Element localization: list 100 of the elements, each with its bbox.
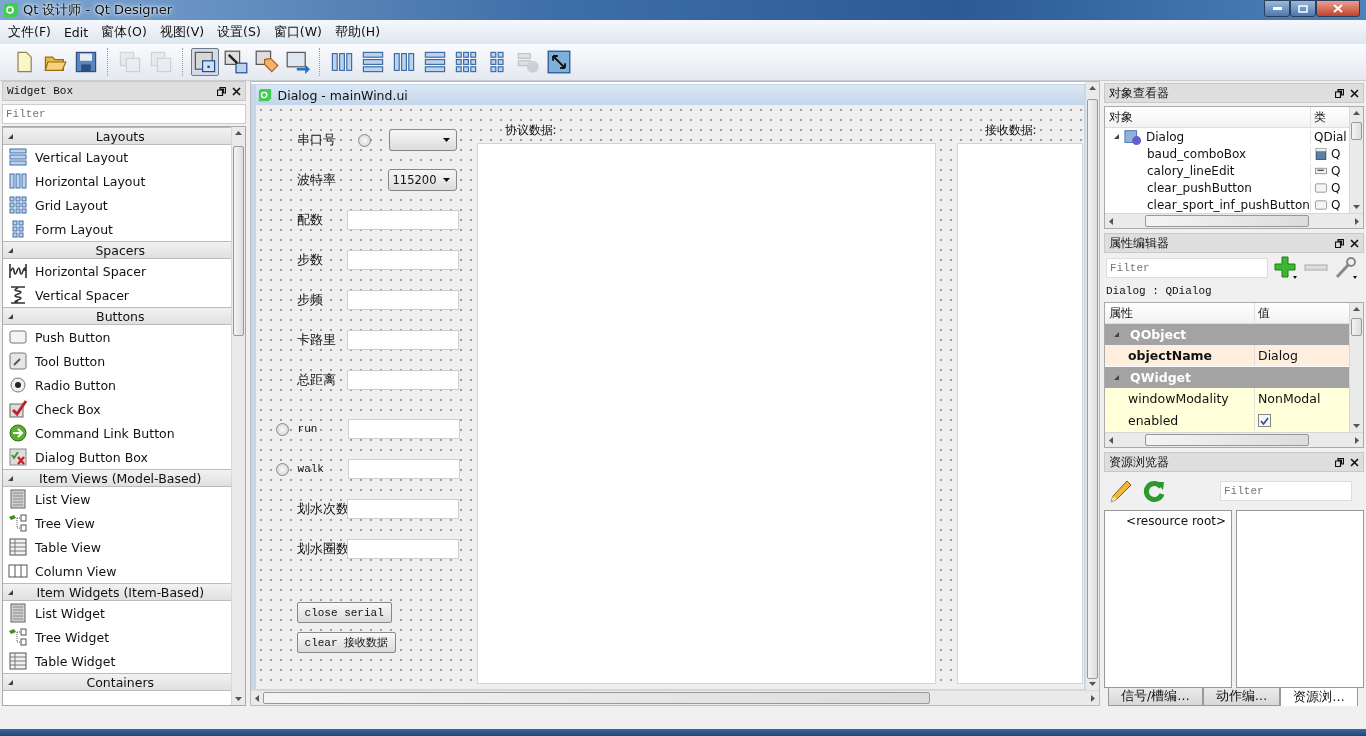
left-arrow-icon[interactable]	[1109, 217, 1113, 225]
down-arrow-icon[interactable]	[1353, 424, 1360, 428]
down-arrow-icon[interactable]	[1089, 682, 1096, 686]
toolbar-button[interactable]	[222, 48, 250, 76]
right-arrow-icon[interactable]	[1355, 436, 1359, 444]
menu-item[interactable]: 视图(V)	[154, 21, 213, 43]
push-button[interactable]: clear 接收数据	[296, 632, 397, 653]
close-icon[interactable]	[231, 86, 241, 96]
category-header[interactable]: Layouts	[3, 127, 231, 145]
category-header[interactable]: Containers	[3, 673, 231, 691]
filter-field[interactable]: Filter	[1106, 258, 1268, 278]
close-icon[interactable]	[1350, 88, 1359, 98]
menu-item[interactable]: 设置(S)	[212, 21, 269, 43]
menu-item[interactable]: 窗口(W)	[268, 21, 330, 43]
vertical-scrollbar[interactable]	[1085, 82, 1099, 690]
up-arrow-icon[interactable]	[1353, 111, 1360, 115]
scroll-thumb[interactable]	[1351, 122, 1362, 140]
field-label: 划水次数	[296, 500, 347, 518]
column-header[interactable]: 值	[1255, 304, 1349, 322]
pencil-icon[interactable]	[1108, 478, 1134, 504]
float-icon[interactable]	[216, 86, 226, 96]
horizontal-scrollbar[interactable]	[1105, 213, 1363, 228]
radio-button[interactable]	[275, 422, 289, 436]
vertical-scrollbar[interactable]	[1349, 303, 1363, 432]
property-row[interactable]: windowModality NonModal	[1105, 388, 1349, 410]
ok-button-icon	[1314, 180, 1328, 195]
category-header[interactable]: Item Views (Model-Based)	[3, 469, 231, 487]
category-header[interactable]: Item Widgets (Item-Based)	[3, 583, 231, 601]
minimize-button[interactable]	[1264, 0, 1290, 17]
float-icon[interactable]	[1335, 238, 1344, 248]
scroll-thumb[interactable]	[262, 692, 931, 704]
expand-arrow-icon[interactable]	[7, 132, 14, 140]
filter-field[interactable]: Filter	[1220, 481, 1352, 501]
category-header[interactable]: Buttons	[3, 307, 231, 325]
property-row[interactable]: objectName Dialog	[1105, 345, 1349, 367]
resource-list[interactable]	[1236, 510, 1364, 688]
tree-row[interactable]: Dialog QDial	[1105, 128, 1349, 145]
right-arrow-icon[interactable]	[1091, 694, 1095, 702]
expand-arrow-icon[interactable]	[7, 246, 14, 254]
column-header[interactable]: 对象	[1105, 107, 1310, 127]
grid-icon	[454, 50, 478, 74]
plus-icon[interactable]	[1274, 256, 1298, 280]
category-header[interactable]: Spacers	[3, 241, 231, 259]
scroll-thumb[interactable]	[1351, 318, 1362, 336]
tree-item[interactable]: <resource root>	[1126, 514, 1226, 528]
scroll-thumb[interactable]	[1145, 215, 1309, 227]
resource-tree[interactable]: <resource root>	[1104, 510, 1232, 688]
expand-arrow-icon[interactable]	[7, 588, 14, 596]
tab[interactable]: 资源浏…	[1280, 688, 1358, 708]
expand-arrow-icon[interactable]	[7, 474, 14, 482]
float-icon[interactable]	[1335, 88, 1344, 98]
right-arrow-icon[interactable]	[1355, 217, 1359, 225]
close-icon[interactable]	[1350, 238, 1359, 248]
scroll-thumb[interactable]	[232, 146, 244, 336]
overlapping-squares-icon	[118, 50, 142, 74]
menu-item[interactable]: Edit	[58, 22, 97, 42]
object-name: clear_pushButton	[1147, 180, 1252, 195]
maximize-button[interactable]	[1290, 0, 1316, 17]
tab[interactable]: 动作编…	[1202, 688, 1281, 706]
left-arrow-icon[interactable]	[254, 694, 259, 702]
radio-button[interactable]	[357, 133, 371, 147]
up-arrow-icon[interactable]	[234, 131, 242, 135]
horizontal-scrollbar[interactable]	[250, 690, 1099, 705]
expand-arrow-icon[interactable]	[1113, 133, 1120, 140]
expand-arrow-icon[interactable]	[7, 312, 14, 320]
refresh-icon[interactable]	[1142, 479, 1166, 503]
expand-arrow-icon[interactable]	[7, 678, 14, 686]
close-icon[interactable]	[1350, 457, 1359, 467]
expand-arrow-icon[interactable]	[1113, 374, 1120, 381]
tab[interactable]: 信号/槽编…	[1108, 688, 1203, 706]
scroll-thumb[interactable]	[1087, 99, 1098, 679]
property-row[interactable]: enabled	[1105, 410, 1349, 432]
column-header[interactable]: 属性	[1105, 303, 1255, 323]
menu-item[interactable]: 窗体(O)	[96, 21, 155, 43]
float-icon[interactable]	[1335, 457, 1344, 467]
radio-button[interactable]	[275, 462, 289, 476]
down-arrow-icon[interactable]	[234, 697, 242, 701]
combo-box[interactable]: 115200	[387, 169, 457, 191]
scroll-thumb[interactable]	[1145, 434, 1309, 446]
left-arrow-icon[interactable]	[1109, 436, 1113, 444]
menu-item[interactable]: 文件(F)	[3, 21, 59, 43]
class-name: Q	[1331, 180, 1341, 195]
horizontal-scrollbar[interactable]	[1105, 432, 1363, 447]
tree-row[interactable]: baud_comboBox Q	[1105, 145, 1349, 162]
filter-field[interactable]: Filter	[2, 104, 246, 124]
expand-arrow-icon[interactable]	[1113, 331, 1120, 338]
toolbar-button[interactable]	[191, 48, 219, 76]
menu-item[interactable]: 帮助(H)	[329, 21, 389, 43]
up-arrow-icon[interactable]	[1089, 86, 1096, 90]
wrench-icon[interactable]	[1334, 256, 1358, 280]
down-arrow-icon[interactable]	[1353, 205, 1360, 209]
push-button[interactable]: close serial	[296, 602, 392, 623]
horizontal-spring-icon	[8, 261, 28, 281]
combo-box[interactable]	[388, 129, 457, 151]
checkbox[interactable]	[1258, 414, 1271, 427]
close-button[interactable]	[1316, 0, 1360, 17]
up-arrow-icon[interactable]	[1353, 307, 1360, 311]
vertical-scrollbar[interactable]	[1349, 107, 1363, 213]
toolbar-button[interactable]	[545, 48, 573, 76]
object-class-label: Dialog : QDialog	[1105, 284, 1213, 299]
